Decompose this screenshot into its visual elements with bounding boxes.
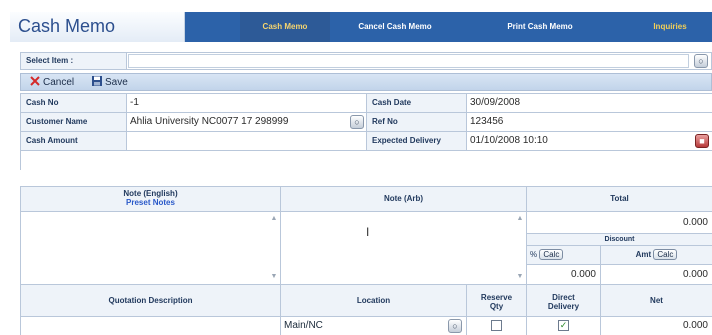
customer-name-field[interactable]: Ahlia University NC0077 17 298999 ○	[127, 113, 367, 132]
cancel-button[interactable]: Cancel	[29, 75, 74, 89]
cash-no-field[interactable]: -1	[127, 94, 367, 113]
header-bar: Cash Memo Cash Memo Cancel Cash Memo Pri…	[10, 12, 712, 42]
lookup-icon: ○	[698, 56, 704, 66]
direct-delivery-header: Direct Delivery	[527, 285, 601, 317]
tab-cancel-cash-memo[interactable]: Cancel Cash Memo	[335, 12, 455, 42]
calendar-icon: ■	[699, 136, 705, 146]
scroll-up-icon[interactable]: ▲	[270, 215, 278, 223]
total-field[interactable]: 0.000	[527, 212, 712, 234]
discount-percent-header: % Calc	[527, 246, 601, 265]
scroll-down-icon[interactable]: ▼	[270, 273, 278, 281]
location-field[interactable]: Main/NC ○	[281, 317, 467, 335]
tab-print-cash-memo[interactable]: Print Cash Memo	[475, 12, 605, 42]
quotation-description-header: Quotation Description	[21, 285, 281, 317]
direct-delivery-label-line-1: Direct	[552, 293, 575, 302]
cash-date-field[interactable]: 30/09/2008	[467, 94, 712, 113]
reserve-qty-label-line-2: Qty	[489, 302, 504, 311]
customer-name-value: Ahlia University NC0077 17 298999	[130, 116, 289, 127]
net-field[interactable]: 0.000	[601, 317, 712, 335]
lookup-icon: ○	[354, 117, 360, 127]
direct-delivery-label-line-2: Delivery	[547, 302, 580, 311]
note-english-header: Note (English) Preset Notes	[21, 187, 281, 212]
total-header: Total	[527, 187, 712, 212]
save-button[interactable]: Save	[91, 75, 128, 89]
expected-delivery-label: Expected Delivery	[367, 132, 467, 151]
calendar-button[interactable]: ■	[695, 134, 709, 148]
scroll-up-icon[interactable]: ▲	[516, 215, 524, 223]
location-lookup-button[interactable]: ○	[448, 319, 462, 333]
cancel-icon	[29, 75, 41, 87]
amount-calc-button[interactable]: Calc	[653, 249, 678, 261]
tab-cash-memo[interactable]: Cash Memo	[240, 12, 330, 42]
lookup-icon: ○	[452, 321, 458, 331]
location-value: Main/NC	[284, 320, 323, 331]
select-item-label: Select Item :	[21, 53, 127, 69]
reserve-qty-header: Reserve Qty	[467, 285, 527, 317]
cash-date-label: Cash Date	[367, 94, 467, 113]
direct-delivery-checkbox[interactable]: ✓	[558, 320, 569, 331]
reserve-qty-cell	[467, 317, 527, 335]
notes-and-totals-table: Note (English) Preset Notes Note (Arb) T…	[20, 186, 712, 335]
cash-memo-info-grid: Cash No -1 Cash Date 30/09/2008 Customer…	[20, 93, 712, 170]
discount-header: Discount	[527, 234, 712, 246]
cash-amount-label: Cash Amount	[21, 132, 127, 151]
customer-lookup-button[interactable]: ○	[350, 115, 364, 129]
direct-delivery-cell: ✓	[527, 317, 601, 335]
percent-label: %	[530, 250, 538, 259]
scroll-down-icon[interactable]: ▼	[516, 273, 524, 281]
expected-delivery-field[interactable]: 01/10/2008 10:10 ■	[467, 132, 712, 151]
ref-no-label: Ref No	[367, 113, 467, 132]
ref-no-field[interactable]: 123456	[467, 113, 712, 132]
checkmark-icon: ✓	[559, 320, 568, 330]
save-button-label: Save	[105, 77, 128, 88]
reserve-qty-label-line-1: Reserve	[480, 293, 513, 302]
select-item-input[interactable]	[128, 54, 689, 68]
text-cursor-icon: I	[366, 225, 370, 239]
note-arabic-textarea[interactable]: I ▲ ▼	[281, 212, 527, 285]
quotation-description-field[interactable]	[21, 317, 281, 335]
amount-label: Amt	[635, 250, 652, 259]
discount-percent-field[interactable]: 0.000	[527, 265, 601, 285]
note-english-textarea[interactable]: ▲ ▼	[21, 212, 281, 285]
reserve-qty-checkbox[interactable]	[491, 320, 502, 331]
select-item-row: Select Item : ○	[20, 52, 712, 70]
percent-calc-button[interactable]: Calc	[539, 249, 564, 261]
app-title: Cash Memo	[18, 16, 116, 36]
discount-amount-field[interactable]: 0.000	[601, 265, 712, 285]
net-header: Net	[601, 285, 712, 317]
cancel-button-label: Cancel	[43, 77, 75, 88]
expected-delivery-value: 01/10/2008 10:10	[470, 135, 548, 146]
cash-amount-field[interactable]	[127, 132, 367, 151]
floppy-disk-icon	[91, 75, 103, 87]
select-item-lookup-button[interactable]: ○	[694, 54, 708, 68]
discount-amount-header: Amt Calc	[601, 246, 712, 265]
tab-inquiries[interactable]: Inquiries	[625, 12, 712, 42]
preset-notes-link[interactable]: Preset Notes	[21, 198, 280, 207]
note-english-label: Note (English)	[123, 189, 178, 198]
note-arabic-header: Note (Arb)	[281, 187, 527, 212]
location-header: Location	[281, 285, 467, 317]
cash-no-label: Cash No	[21, 94, 127, 113]
cash-memo-window: Cash Memo Cash Memo Cancel Cash Memo Pri…	[0, 0, 712, 335]
logo-area: Cash Memo	[10, 12, 185, 42]
action-toolbar: Cancel Save	[20, 73, 712, 91]
main-nav: Cash Memo Cancel Cash Memo Print Cash Me…	[185, 12, 712, 42]
customer-name-label: Customer Name	[21, 113, 127, 132]
